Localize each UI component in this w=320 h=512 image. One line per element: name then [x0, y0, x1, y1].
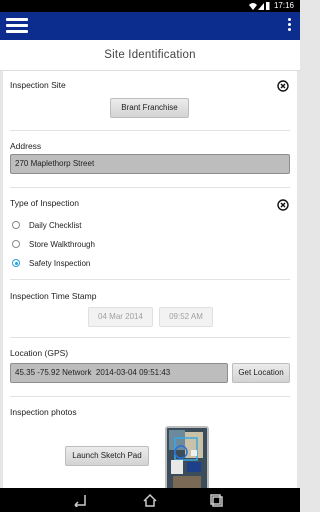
- photo-thumbnail[interactable]: [165, 426, 209, 488]
- wifi-icon: [249, 3, 257, 10]
- inspection-type-label: Type of Inspection: [10, 198, 79, 208]
- address-field[interactable]: 270 Maplethorp Street: [10, 154, 290, 174]
- hamburger-menu-icon[interactable]: [6, 16, 28, 36]
- time-button[interactable]: 09:52 AM: [159, 307, 213, 327]
- date-button[interactable]: 04 Mar 2014: [88, 307, 153, 327]
- inspection-site-button[interactable]: Brant Franchise: [110, 98, 189, 118]
- clear-circle-icon[interactable]: [277, 199, 289, 211]
- inspection-site-label: Inspection Site: [10, 80, 66, 90]
- home-icon[interactable]: [142, 493, 158, 507]
- title-bar: Site Identification: [0, 40, 300, 71]
- status-time: 17:16: [273, 1, 294, 10]
- app-bar: [0, 12, 300, 40]
- radio-daily-checklist[interactable]: [12, 221, 20, 229]
- photo-thumbnail-image: [167, 428, 207, 488]
- form-card: Inspection Site Brant Franchise Address …: [3, 71, 297, 488]
- divider: [10, 279, 290, 280]
- divider: [10, 396, 290, 397]
- get-location-button[interactable]: Get Location: [232, 363, 290, 383]
- launch-sketch-pad-button[interactable]: Launch Sketch Pad: [65, 446, 149, 466]
- status-icons: [249, 2, 270, 10]
- radio-label-store-walkthrough[interactable]: Store Walkthrough: [29, 240, 95, 249]
- back-icon[interactable]: [72, 493, 88, 507]
- radio-label-safety-inspection[interactable]: Safety Inspection: [29, 259, 90, 268]
- location-field[interactable]: 45.35 -75.92 Network 2014-03-04 09:51:43: [10, 363, 228, 383]
- clear-circle-icon[interactable]: [277, 80, 289, 92]
- location-label: Location (GPS): [10, 348, 69, 358]
- page-title: Site Identification: [104, 49, 196, 61]
- signal-icon: [258, 3, 264, 10]
- radio-safety-inspection[interactable]: [12, 259, 20, 267]
- battery-icon: [266, 2, 270, 10]
- time-stamp-label: Inspection Time Stamp: [10, 291, 97, 301]
- recent-apps-icon[interactable]: [208, 493, 224, 507]
- radio-store-walkthrough[interactable]: [12, 240, 20, 248]
- address-label: Address: [10, 141, 42, 151]
- navigation-bar: [0, 488, 300, 512]
- divider: [10, 130, 290, 131]
- divider: [10, 187, 290, 188]
- overflow-menu-icon[interactable]: [286, 18, 292, 34]
- divider: [10, 337, 290, 338]
- radio-label-daily-checklist[interactable]: Daily Checklist: [29, 221, 81, 230]
- photos-label: Inspection photos: [10, 407, 77, 417]
- status-bar: 17:16: [0, 0, 300, 12]
